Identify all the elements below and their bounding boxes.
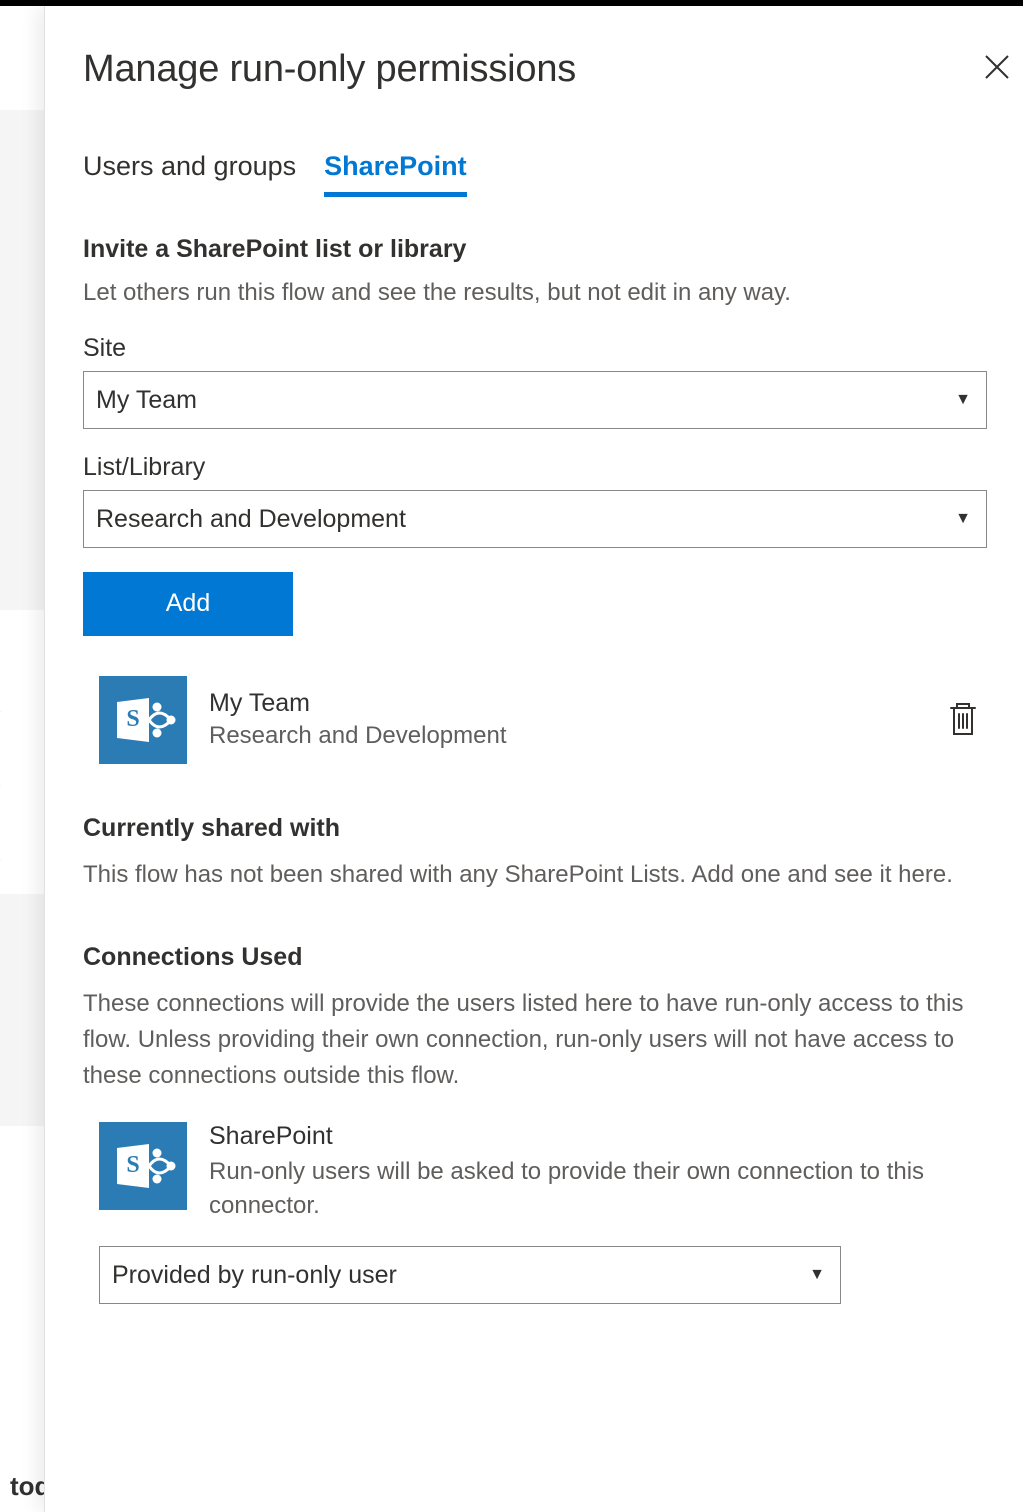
shared-heading: Currently shared with	[83, 814, 987, 843]
list-select-wrap: Research and Development ▼	[83, 490, 987, 548]
chevron-right-icon: 〉	[0, 844, 12, 873]
connection-item: S SharePoint Run-only users will be aske…	[83, 1122, 987, 1225]
tabs: Users and groups SharePoint	[83, 151, 987, 197]
site-label: Site	[83, 334, 987, 363]
bg-strip	[0, 6, 44, 110]
close-icon	[983, 53, 1011, 81]
connections-body: These connections will provide the users…	[83, 986, 987, 1094]
connection-title: SharePoint	[209, 1122, 987, 1151]
invite-description: Let others run this flow and see the res…	[83, 276, 987, 310]
connections-used-section: Connections Used These connections will …	[83, 943, 987, 1305]
permissions-panel: Manage run-only permissions Users and gr…	[44, 6, 1023, 1512]
added-item-text: My Team Research and Development	[209, 689, 917, 750]
tab-sharepoint[interactable]: SharePoint	[324, 151, 467, 197]
site-select[interactable]: My Team	[83, 371, 987, 429]
svg-text:S: S	[126, 706, 139, 732]
bg-strip	[0, 1126, 44, 1512]
panel-title: Manage run-only permissions	[83, 48, 576, 91]
svg-text:S: S	[126, 1152, 139, 1178]
sharepoint-icon: S	[99, 1122, 187, 1210]
chevron-right-icon: 〉	[0, 696, 12, 725]
connections-heading: Connections Used	[83, 943, 987, 972]
bg-strip	[0, 894, 44, 1126]
tab-users-and-groups[interactable]: Users and groups	[83, 151, 296, 197]
sharepoint-icon: S	[99, 676, 187, 764]
close-button[interactable]	[979, 49, 1015, 90]
invite-heading: Invite a SharePoint list or library	[83, 235, 987, 264]
currently-shared-section: Currently shared with This flow has not …	[83, 814, 987, 893]
connection-description: Run-only users will be asked to provide …	[209, 1155, 987, 1225]
bg-truncated-text: tod	[0, 1471, 50, 1512]
bg-strip	[0, 110, 44, 610]
delete-button[interactable]	[939, 692, 987, 747]
chevron-right-icon: 〉	[0, 770, 12, 799]
list-library-select[interactable]: Research and Development	[83, 490, 987, 548]
added-item-subtitle: Research and Development	[209, 722, 917, 750]
bg-strip: 〉 〉 〉	[0, 610, 44, 894]
list-library-label: List/Library	[83, 453, 987, 482]
connection-provider-select[interactable]: Provided by run-only user	[99, 1246, 841, 1304]
connection-select-wrap: Provided by run-only user ▼	[83, 1246, 987, 1304]
shared-body: This flow has not been shared with any S…	[83, 857, 987, 893]
site-select-wrap: My Team ▼	[83, 371, 987, 429]
added-sharepoint-item: S My Team Research and Development	[83, 676, 987, 764]
panel-header: Manage run-only permissions	[83, 48, 987, 91]
add-button[interactable]: Add	[83, 572, 293, 636]
connection-text: SharePoint Run-only users will be asked …	[209, 1122, 987, 1225]
trash-icon	[945, 698, 981, 738]
added-item-title: My Team	[209, 689, 917, 718]
